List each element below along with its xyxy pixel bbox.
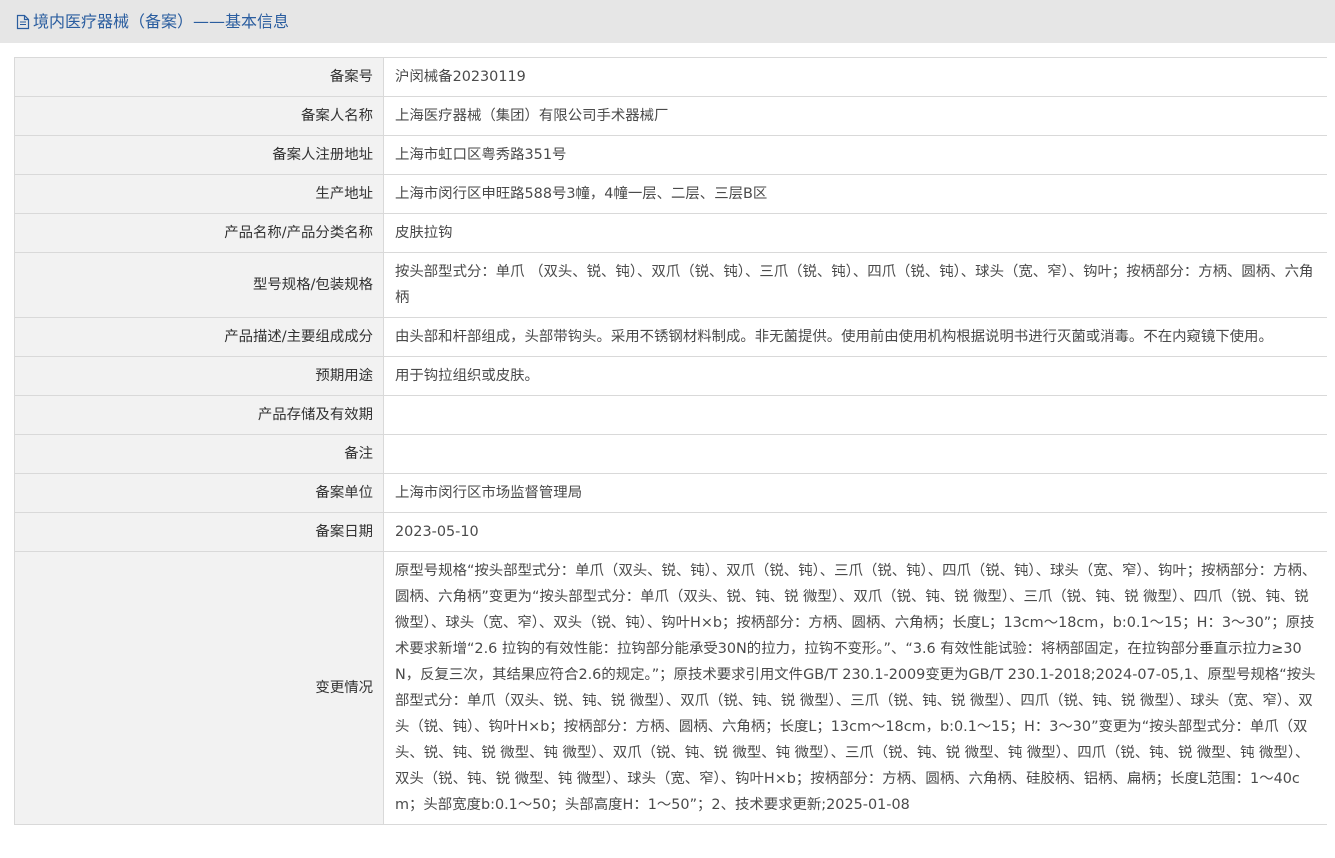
field-label: 型号规格/包装规格 xyxy=(14,252,384,318)
table-row: 预期用途 用于钩拉组织或皮肤。 xyxy=(14,356,1327,396)
field-value: 2023-05-10 xyxy=(383,512,1327,552)
field-label: 生产地址 xyxy=(14,174,384,214)
field-value: 上海市虹口区粤秀路351号 xyxy=(383,135,1327,175)
field-label: 变更情况 xyxy=(14,551,384,825)
table-row: 备案人注册地址 上海市虹口区粤秀路351号 xyxy=(14,135,1327,175)
field-value: 皮肤拉钩 xyxy=(383,213,1327,253)
field-value: 上海市闵行区市场监督管理局 xyxy=(383,473,1327,513)
field-label: 备案人注册地址 xyxy=(14,135,384,175)
field-value xyxy=(383,434,1327,474)
table-row: 备案人名称 上海医疗器械（集团）有限公司手术器械厂 xyxy=(14,96,1327,136)
table-row: 产品名称/产品分类名称 皮肤拉钩 xyxy=(14,213,1327,253)
table-row: 备案单位 上海市闵行区市场监督管理局 xyxy=(14,473,1327,513)
field-value: 按头部型式分：单爪 （双头、锐、钝）、双爪（锐、钝）、三爪（锐、钝）、四爪（锐、… xyxy=(383,252,1327,318)
header-bar: 境内医疗器械（备案）——基本信息 xyxy=(0,0,1335,43)
document-icon xyxy=(16,14,30,30)
table-row: 产品存储及有效期 xyxy=(14,395,1327,435)
table-row: 生产地址 上海市闵行区申旺路588号3幢，4幢一层、二层、三层B区 xyxy=(14,174,1327,214)
field-label: 备注 xyxy=(14,434,384,474)
field-label: 备案日期 xyxy=(14,512,384,552)
field-label: 备案人名称 xyxy=(14,96,384,136)
field-label: 产品存储及有效期 xyxy=(14,395,384,435)
field-label: 产品描述/主要组成成分 xyxy=(14,317,384,357)
table-row: 备注 xyxy=(14,434,1327,474)
field-value xyxy=(383,395,1327,435)
field-label: 产品名称/产品分类名称 xyxy=(14,213,384,253)
field-value: 用于钩拉组织或皮肤。 xyxy=(383,356,1327,396)
field-value: 沪闵械备20230119 xyxy=(383,57,1327,97)
field-value: 上海市闵行区申旺路588号3幢，4幢一层、二层、三层B区 xyxy=(383,174,1327,214)
field-label: 预期用途 xyxy=(14,356,384,396)
table-row: 备案日期 2023-05-10 xyxy=(14,512,1327,552)
table-row: 产品描述/主要组成成分 由头部和杆部组成，头部带钩头。采用不锈钢材料制成。非无菌… xyxy=(14,317,1327,357)
page-title: 境内医疗器械（备案）——基本信息 xyxy=(33,11,290,31)
field-label: 备案单位 xyxy=(14,473,384,513)
basic-info-table-container: 备案号 沪闵械备20230119 备案人名称 上海医疗器械（集团）有限公司手术器… xyxy=(14,57,1327,858)
table-row: 备案号 沪闵械备20230119 xyxy=(14,57,1327,97)
field-value: 上海医疗器械（集团）有限公司手术器械厂 xyxy=(383,96,1327,136)
table-row: 变更情况 原型号规格“按头部型式分：单爪（双头、锐、钝）、双爪（锐、钝）、三爪（… xyxy=(14,551,1327,825)
field-value: 原型号规格“按头部型式分：单爪（双头、锐、钝）、双爪（锐、钝）、三爪（锐、钝）、… xyxy=(383,551,1327,825)
field-value: 由头部和杆部组成，头部带钩头。采用不锈钢材料制成。非无菌提供。使用前由使用机构根… xyxy=(383,317,1327,357)
table-row: 型号规格/包装规格 按头部型式分：单爪 （双头、锐、钝）、双爪（锐、钝）、三爪（… xyxy=(14,252,1327,318)
basic-info-table: 备案号 沪闵械备20230119 备案人名称 上海医疗器械（集团）有限公司手术器… xyxy=(14,57,1327,825)
field-label: 备案号 xyxy=(14,57,384,97)
